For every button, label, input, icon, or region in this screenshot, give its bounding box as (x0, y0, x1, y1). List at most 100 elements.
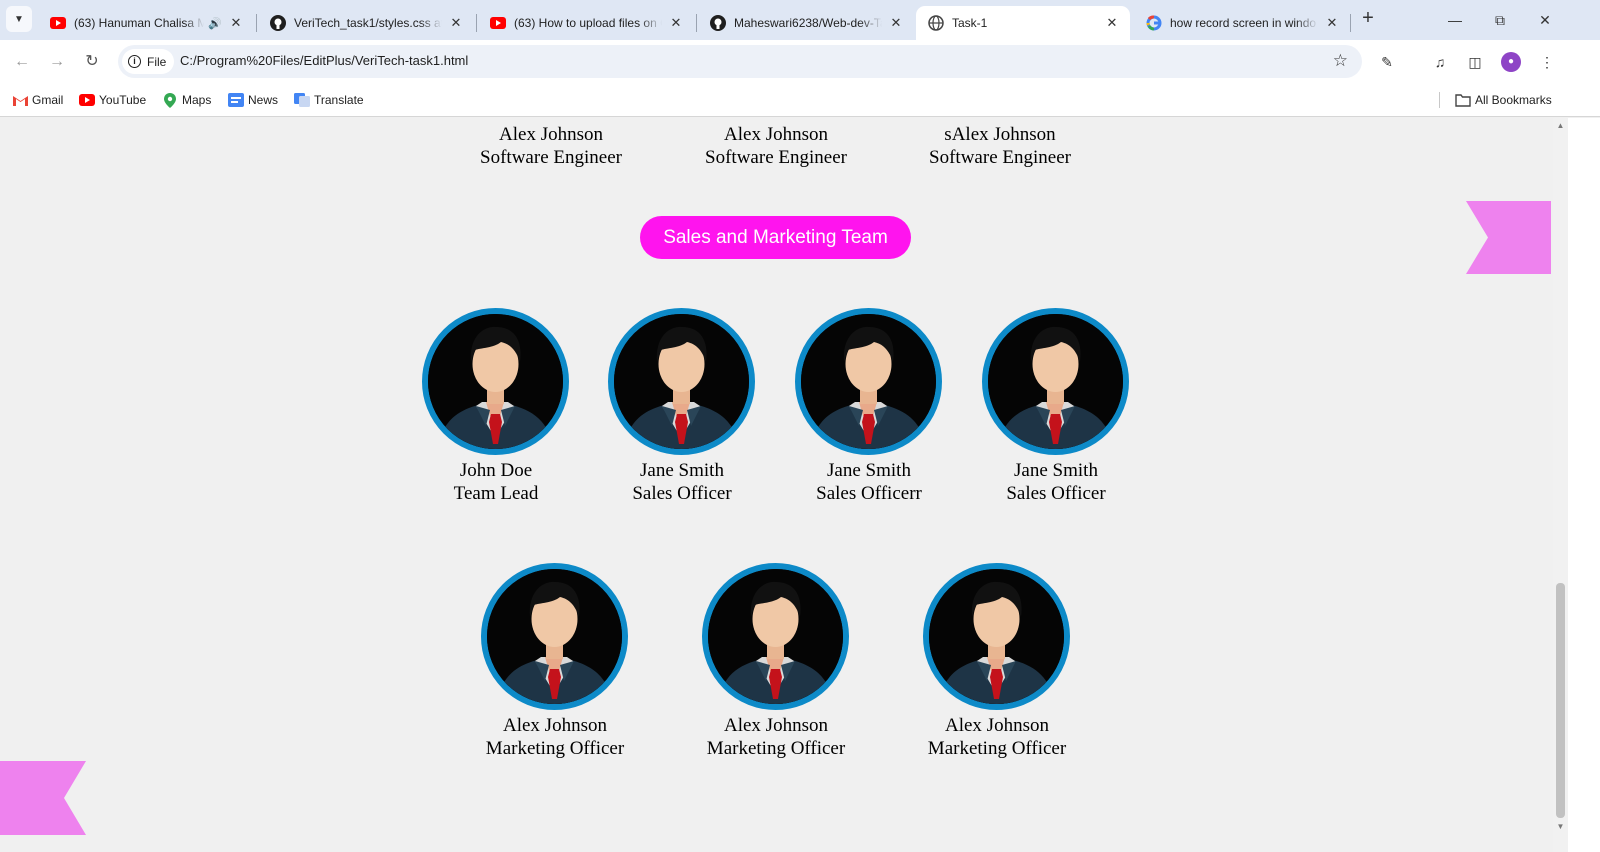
member-role: Software Engineer (929, 147, 1071, 168)
menu-icon[interactable]: ⋮ (1537, 52, 1557, 72)
member-avatar (795, 308, 942, 455)
new-tab-button[interactable]: + (1357, 8, 1379, 30)
member-name: Alex Johnson (945, 715, 1049, 736)
tab-divider (1350, 14, 1351, 32)
bookmark-star-icon[interactable]: ☆ (1333, 51, 1348, 71)
member-card-caption: John Doe Team Lead (454, 459, 539, 505)
reload-button[interactable]: ↻ (80, 50, 104, 74)
member-card-caption: Jane Smith Sales Officer (632, 459, 731, 505)
tab-upload-files[interactable]: (63) How to upload files on G ✕ (478, 6, 694, 40)
scroll-down-icon[interactable]: ▼ (1556, 822, 1565, 831)
tab-search-button[interactable]: ▼ (6, 6, 32, 32)
bookmark-news[interactable]: News (228, 90, 278, 110)
bookmark-youtube[interactable]: YouTube (79, 90, 146, 110)
member-card-caption: Alex Johnson Marketing Officer (486, 714, 624, 760)
browser-toolbar: ← → ↻ i File C:/Program%20Files/EditPlus… (0, 40, 1600, 83)
forward-button[interactable]: → (45, 50, 69, 74)
profile-avatar[interactable]: ● (1501, 52, 1521, 72)
minimize-icon: — (1448, 12, 1462, 28)
speaker-icon[interactable]: 🔊 (208, 17, 222, 30)
url-text[interactable]: C:/Program%20Files/EditPlus/VeriTech-tas… (180, 53, 468, 68)
bookmark-label: Translate (314, 93, 364, 107)
member-name: Jane Smith (1014, 460, 1098, 481)
restore-icon: ⧉ (1495, 12, 1505, 28)
close-tab-icon[interactable]: ✕ (1324, 15, 1340, 31)
media-control-icon[interactable]: ♫ (1430, 52, 1450, 72)
minimize-button[interactable]: — (1443, 8, 1467, 32)
person-illustration (929, 569, 1064, 704)
ribbon-decoration (1466, 201, 1551, 274)
member-card-caption: Alex Johnson Marketing Officer (928, 714, 1066, 760)
tab-record-screen[interactable]: how record screen in windo ✕ (1134, 6, 1350, 40)
news-icon (228, 93, 244, 107)
bookmark-gmail[interactable]: Gmail (12, 90, 63, 110)
member-avatar (481, 563, 628, 710)
close-tab-icon[interactable]: ✕ (448, 15, 464, 31)
youtube-icon (50, 15, 66, 31)
close-tab-icon[interactable]: ✕ (888, 15, 904, 31)
member-role: Team Lead (453, 483, 539, 504)
member-name: Alex Johnson (724, 715, 828, 736)
bookmark-label: All Bookmarks (1475, 93, 1552, 107)
member-card-caption: sAlex Johnson Software Engineer (929, 123, 1071, 169)
tab-strip: ▼ (63) Hanuman Chalisa Mp 🔊 ✕ VeriTech_t… (0, 0, 1600, 40)
sales-marketing-team-button[interactable]: Sales and Marketing Team (640, 216, 911, 259)
person-illustration (801, 314, 936, 449)
tab-title: how record screen in windo (1170, 16, 1317, 30)
bookmark-translate[interactable]: Translate (294, 90, 364, 110)
side-panel-icon[interactable]: ◫ (1465, 52, 1485, 72)
member-card-caption: Jane Smith Sales Officerr (816, 459, 922, 505)
all-bookmarks-button[interactable]: All Bookmarks (1455, 90, 1552, 110)
member-card-caption: Alex Johnson Software Engineer (480, 123, 622, 169)
tab-veritech-styles[interactable]: VeriTech_task1/styles.css at m ✕ (258, 6, 474, 40)
tab-hanuman-chalisa[interactable]: (63) Hanuman Chalisa Mp 🔊 ✕ (38, 6, 254, 40)
member-role: Sales Officer (1006, 483, 1106, 504)
extensions-icon[interactable]: ✎ (1377, 52, 1397, 72)
bookmark-maps[interactable]: Maps (162, 90, 211, 110)
member-avatar (982, 308, 1129, 455)
person-illustration (487, 569, 622, 704)
address-bar[interactable]: i File C:/Program%20Files/EditPlus/VeriT… (118, 45, 1362, 78)
scrollbar-thumb[interactable] (1556, 583, 1565, 818)
globe-icon (928, 15, 944, 31)
tab-task-1[interactable]: Task-1 ✕ (916, 6, 1130, 40)
member-avatar (422, 308, 569, 455)
site-info-chip[interactable]: i File (122, 49, 175, 74)
bookmarks-bar: Gmail YouTube Maps News Translate All Bo… (0, 83, 1600, 117)
tab-divider (476, 14, 477, 32)
youtube-icon (79, 93, 95, 107)
info-icon: i (128, 55, 141, 68)
close-window-button[interactable]: ✕ (1533, 8, 1557, 32)
scroll-up-icon[interactable]: ▲ (1556, 121, 1565, 130)
member-avatar (608, 308, 755, 455)
bookmark-label: Gmail (32, 93, 64, 107)
bookmark-label: Maps (182, 93, 212, 107)
person-illustration (708, 569, 843, 704)
member-card-caption: Alex Johnson Software Engineer (705, 123, 847, 169)
back-button[interactable]: ← (10, 50, 34, 74)
tab-title: VeriTech_task1/styles.css at m (294, 16, 442, 30)
member-avatar (923, 563, 1070, 710)
person-illustration (988, 314, 1123, 449)
bookmark-label: News (248, 93, 279, 107)
vertical-scrollbar[interactable]: ▲ ▼ (1553, 118, 1568, 852)
close-icon: ✕ (1539, 12, 1551, 28)
github-icon (710, 15, 726, 31)
translate-icon (294, 93, 310, 107)
bookmarks-divider (1439, 92, 1440, 108)
gmail-icon (12, 93, 28, 107)
close-tab-icon[interactable]: ✕ (1104, 15, 1120, 31)
arrow-right-icon: → (49, 53, 65, 70)
member-role: Marketing Officer (706, 738, 846, 759)
member-name: Alex Johnson (724, 124, 828, 145)
page-viewport: Alex Johnson Software Engineer Alex John… (0, 118, 1553, 852)
member-name: Alex Johnson (503, 715, 607, 736)
tab-title: Maheswari6238/Web-dev-Ta (734, 16, 882, 30)
close-tab-icon[interactable]: ✕ (228, 15, 244, 31)
member-role: Marketing Officer (927, 738, 1067, 759)
restore-button[interactable]: ⧉ (1488, 8, 1512, 32)
tab-maheswari-repo[interactable]: Maheswari6238/Web-dev-Ta ✕ (698, 6, 914, 40)
tab-title: Task-1 (952, 16, 988, 30)
close-tab-icon[interactable]: ✕ (668, 15, 684, 31)
member-name: John Doe (459, 460, 533, 481)
